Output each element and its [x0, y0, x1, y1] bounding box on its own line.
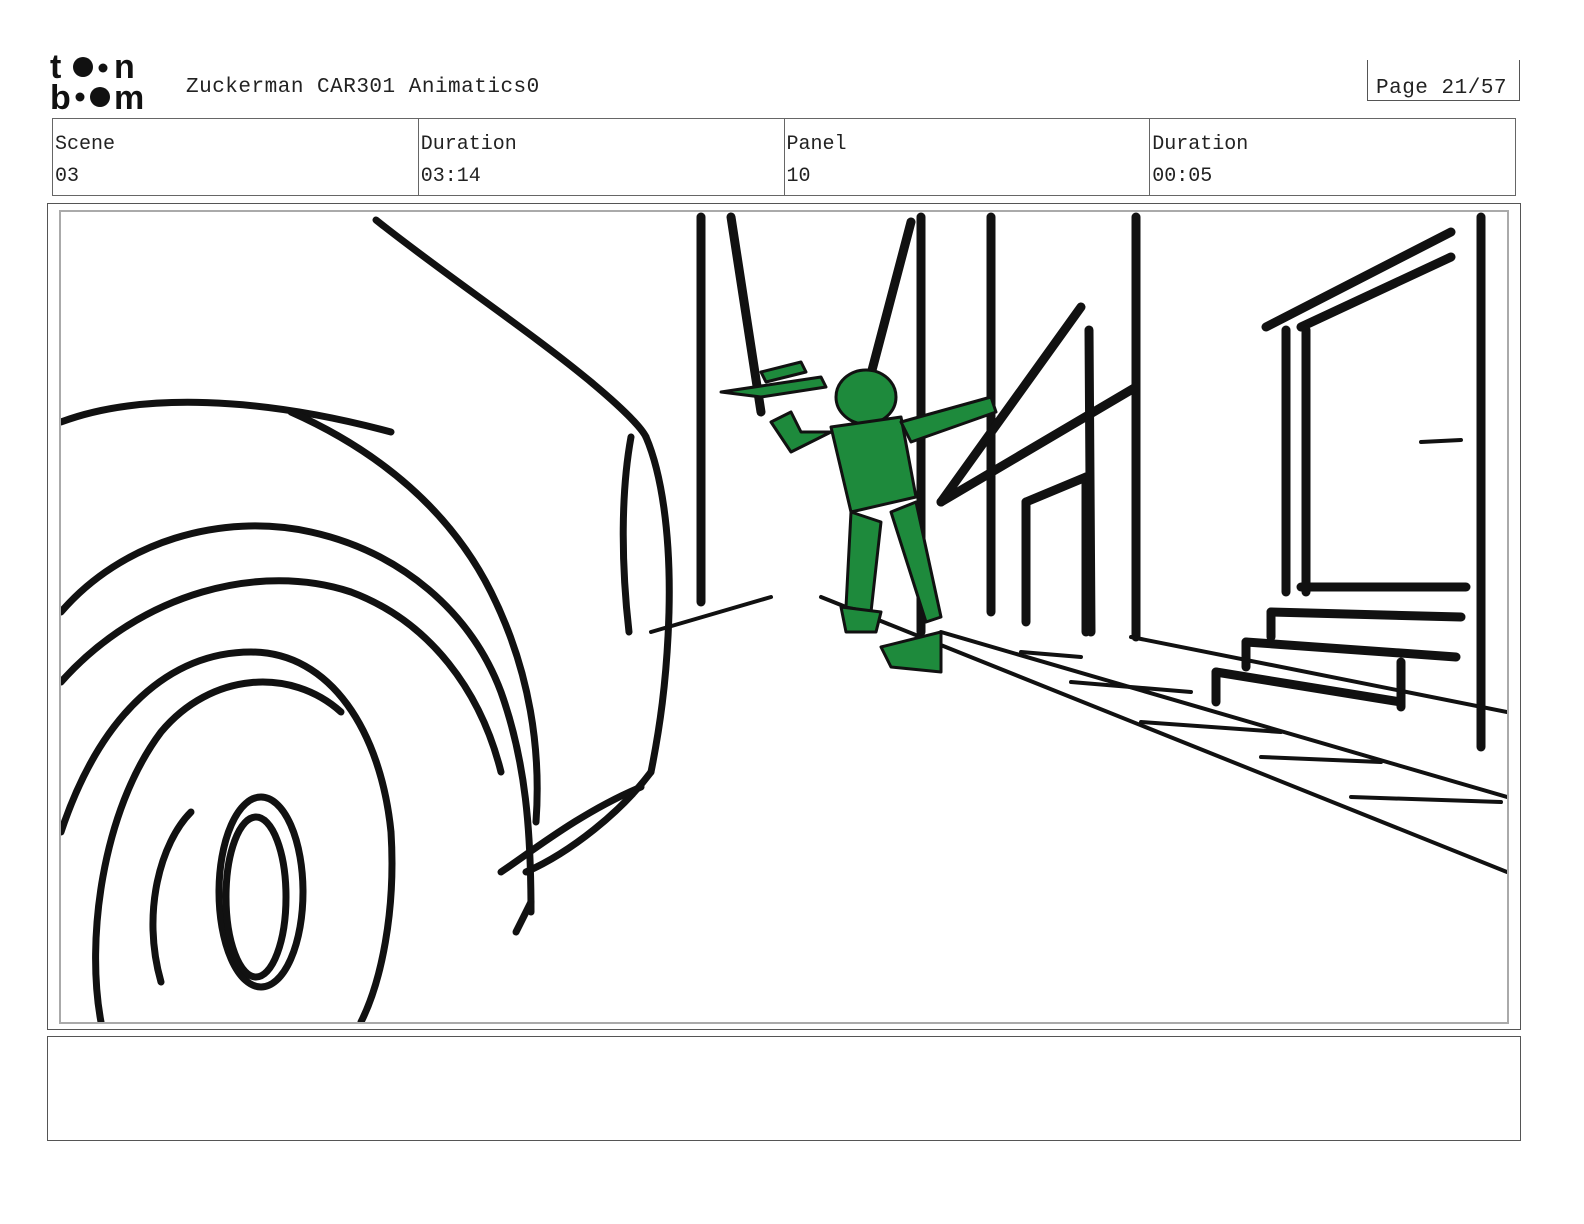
- alley-walls-sketch: [696, 212, 1486, 752]
- scene-duration-cell: Duration 03:14: [419, 119, 785, 195]
- svg-text:b: b: [50, 79, 71, 112]
- panel-duration-label: Duration: [1152, 133, 1249, 156]
- scene-label: Scene: [55, 133, 116, 156]
- scene-cell: Scene 03: [53, 119, 419, 195]
- panel-value: 10: [786, 165, 811, 188]
- scene-duration-label: Duration: [420, 133, 517, 156]
- page-number: Page 21/57: [1376, 77, 1508, 100]
- panel-cell: Panel 10: [785, 119, 1151, 195]
- panel-duration-cell: Duration 00:05: [1150, 119, 1515, 195]
- storyboard-sketch: [61, 212, 1507, 1022]
- svg-text:m: m: [114, 79, 144, 112]
- panel-label: Panel: [786, 133, 847, 156]
- scene-info-table: Scene 03 Duration 03:14 Panel 10 Duratio…: [52, 118, 1516, 196]
- toon-boom-logo: t n b m: [50, 50, 144, 112]
- car-sketch: [61, 216, 673, 1022]
- scene-value: 03: [55, 165, 80, 188]
- panel-duration-value: 00:05: [1152, 165, 1213, 188]
- document-title: Zuckerman CAR301 Animatics0: [186, 76, 540, 99]
- storyboard-panel-drawing: [59, 210, 1509, 1024]
- street-sketch: [649, 438, 1507, 874]
- panel-notes-box: [47, 1036, 1521, 1141]
- scene-duration-value: 03:14: [420, 165, 481, 188]
